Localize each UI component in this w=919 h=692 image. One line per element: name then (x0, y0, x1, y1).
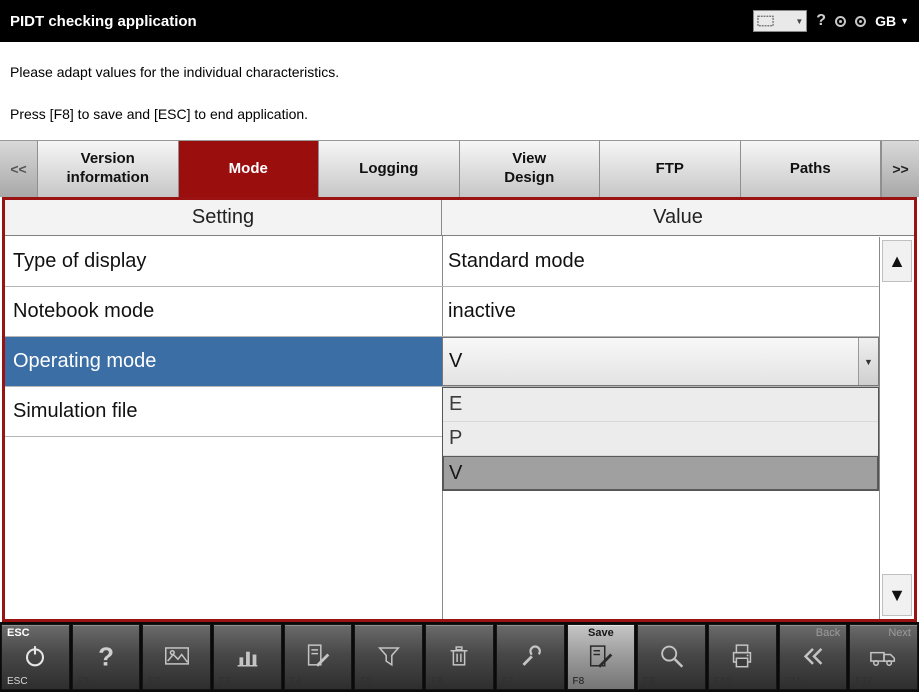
image-button[interactable]: F2 (142, 624, 211, 690)
column-header-value: Value (442, 200, 914, 235)
setting-cell[interactable]: Simulation file (5, 387, 442, 436)
power-icon (20, 641, 50, 671)
search-icon (657, 641, 687, 671)
tab-mode[interactable]: Mode (179, 141, 320, 197)
vertical-scrollbar[interactable]: ▲ ▼ (879, 237, 914, 619)
instruction-line: Press [F8] to save and [ESC] to end appl… (10, 106, 909, 122)
wrench-icon (515, 641, 545, 671)
down-arrow-icon: ▼ (888, 585, 906, 606)
tab-ftp[interactable]: FTP (600, 141, 741, 197)
instruction-area: Please adapt values for the individual c… (0, 42, 919, 140)
app-title: PIDT checking application (10, 13, 197, 30)
filter-icon (374, 641, 404, 671)
back-icon (797, 641, 829, 671)
language-code: GB (875, 13, 896, 29)
image-icon (162, 641, 192, 671)
up-arrow-icon: ▲ (888, 251, 906, 272)
tab-view-design[interactable]: View Design (460, 141, 601, 197)
dropdown-option[interactable]: P (443, 422, 878, 456)
combobox-dropdown-button[interactable]: ▼ (858, 338, 878, 385)
function-key-toolbar: ESC ESC ? F1 F2 F3 F4 F5 (0, 622, 919, 692)
chart-icon (232, 641, 262, 671)
operating-mode-combobox[interactable]: V ▼ (442, 337, 879, 386)
chevron-down-icon: ▼ (900, 16, 909, 26)
filter-button[interactable]: F5 (354, 624, 423, 690)
chevron-down-icon: ▼ (795, 17, 803, 26)
trash-icon (444, 641, 474, 671)
help-button[interactable]: ? F1 (72, 624, 141, 690)
tabs-scroll-right-button[interactable]: >> (881, 141, 919, 197)
tab-logging[interactable]: Logging (319, 141, 460, 197)
chevron-down-icon: ▼ (864, 357, 873, 367)
instruction-line: Please adapt values for the individual c… (10, 64, 909, 80)
next-button[interactable]: Next F12 (849, 624, 918, 690)
setting-cell[interactable]: Notebook mode (5, 287, 442, 336)
monitor-icon (757, 15, 774, 27)
titlebar: PIDT checking application ▼ ? GB ▼ (0, 0, 919, 42)
edit-icon (303, 641, 333, 671)
search-button[interactable]: F9 (637, 624, 706, 690)
tab-version-information[interactable]: Version information (38, 141, 179, 197)
status-led-icon (835, 16, 846, 27)
print-icon (727, 641, 757, 671)
tab-bar: << Version information Mode Logging View… (0, 140, 919, 197)
operating-mode-dropdown-list: E P V (442, 387, 879, 491)
scroll-down-button[interactable]: ▼ (882, 574, 912, 616)
language-selector[interactable]: GB ▼ (875, 13, 909, 29)
dropdown-option-selected[interactable]: V (443, 456, 878, 490)
status-led-icon (855, 16, 866, 27)
value-cell[interactable]: inactive (442, 287, 879, 336)
truck-icon (868, 641, 900, 671)
save-icon (586, 641, 616, 671)
settings-panel: Setting Value Type of display Standard m… (2, 197, 917, 622)
table-row: Type of display Standard mode (5, 237, 879, 287)
table-header: Setting Value (5, 200, 914, 236)
esc-button[interactable]: ESC ESC (1, 624, 70, 690)
dropdown-option[interactable]: E (443, 388, 878, 422)
back-button[interactable]: Back F11 (779, 624, 848, 690)
combobox-value: V (443, 350, 858, 373)
table-row: Notebook mode inactive (5, 287, 879, 337)
help-icon[interactable]: ? (816, 12, 826, 30)
tabs-scroll-left-button[interactable]: << (0, 141, 38, 197)
edit-button[interactable]: F4 (284, 624, 353, 690)
column-header-setting: Setting (5, 200, 442, 235)
service-button[interactable]: F7 (496, 624, 565, 690)
setting-cell[interactable]: Type of display (5, 237, 442, 286)
table-row: Operating mode V ▼ (5, 337, 879, 387)
tab-paths[interactable]: Paths (741, 141, 882, 197)
value-cell[interactable]: Standard mode (442, 237, 879, 286)
chart-button[interactable]: F3 (213, 624, 282, 690)
value-cell: V ▼ (442, 337, 879, 386)
setting-cell-selected[interactable]: Operating mode (5, 337, 442, 386)
delete-button[interactable]: F6 (425, 624, 494, 690)
save-button[interactable]: Save F8 (567, 624, 636, 690)
help-icon: ? (98, 643, 114, 669)
print-button[interactable]: F10 (708, 624, 777, 690)
scroll-up-button[interactable]: ▲ (882, 240, 912, 282)
display-selector[interactable]: ▼ (753, 10, 807, 32)
